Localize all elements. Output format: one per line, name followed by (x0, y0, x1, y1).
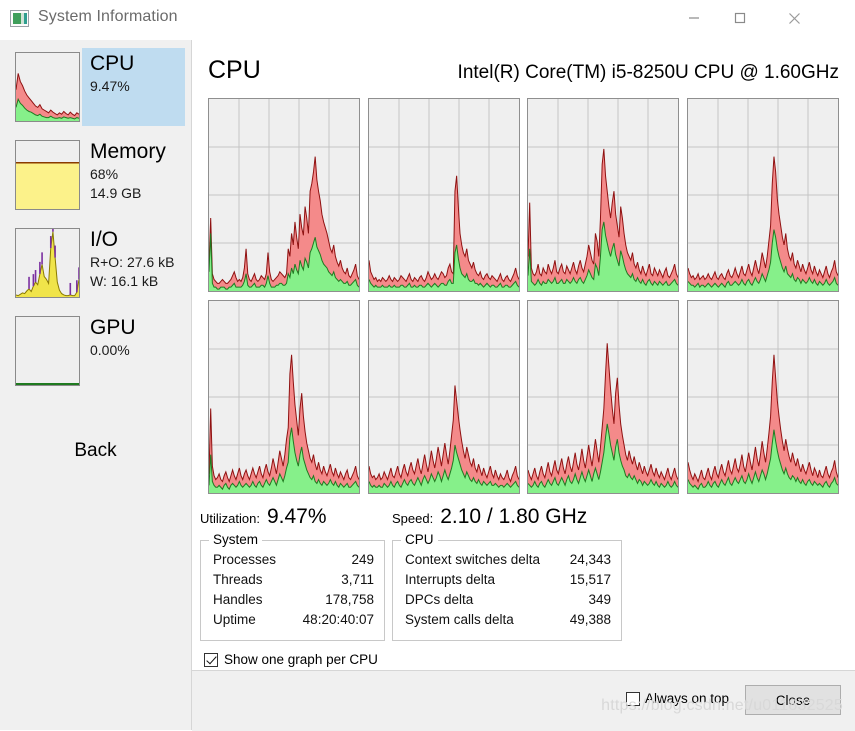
row-key: Handles (213, 592, 263, 607)
sidebar-item-value: 68% (90, 166, 119, 182)
speed-metric: Speed: 2.10 / 1.80 GHz (392, 505, 587, 529)
title-bar: System Information (0, 0, 855, 41)
cpu-group-legend: CPU (401, 532, 438, 547)
table-row: Processes 249 (201, 551, 384, 571)
checkbox-box[interactable] (204, 652, 218, 667)
cpu-thumbnail-graph (15, 52, 80, 122)
sidebar-item-gpu[interactable]: GPU 0.00% (10, 312, 185, 390)
minimize-button[interactable] (671, 0, 717, 36)
page-title: CPU (208, 56, 261, 84)
io-thumbnail-graph (15, 228, 80, 298)
processor-name: Intel(R) Core(TM) i5-8250U CPU @ 1.60GHz (457, 62, 839, 83)
sidebar-item-io[interactable]: I/O R+O: 27.6 kB W: 16.1 kB (10, 224, 185, 302)
sidebar: CPU 9.47% Memory 68% 14.9 GB I/O R+O: 27… (0, 40, 192, 730)
row-key: DPCs delta (405, 592, 474, 607)
table-row: Uptime 48:20:40:07 (201, 611, 384, 631)
table-row: DPCs delta 349 (393, 591, 621, 611)
row-key: Interrupts delta (405, 572, 496, 587)
sidebar-item-cpu[interactable]: CPU 9.47% (10, 48, 185, 126)
show-one-graph-per-cpu-checkbox[interactable]: Show one graph per CPU (204, 652, 378, 667)
row-key: Threads (213, 572, 263, 587)
sidebar-item-value-secondary: W: 16.1 kB (90, 273, 159, 289)
table-row: Handles 178,758 (201, 591, 384, 611)
row-key: Uptime (213, 612, 256, 627)
cpu-graph-1[interactable] (368, 98, 520, 292)
metrics-row: Utilization: 9.47% Speed: 2.10 / 1.80 GH… (200, 503, 850, 535)
cpu-graph-7[interactable] (687, 300, 839, 494)
watermark: https://blog.csdn.net/u011832525 (601, 697, 843, 714)
row-key: Processes (213, 552, 277, 567)
row-value: 178,758 (325, 592, 374, 607)
table-row: Interrupts delta 15,517 (393, 571, 621, 591)
close-window-button[interactable] (771, 0, 817, 36)
sidebar-item-memory[interactable]: Memory 68% 14.9 GB (10, 136, 185, 214)
system-group-legend: System (209, 532, 263, 547)
row-value: 24,343 (569, 552, 611, 567)
sidebar-item-value-secondary: 14.9 GB (90, 185, 142, 201)
table-row: Context switches delta 24,343 (393, 551, 621, 571)
checkbox-label: Show one graph per CPU (224, 652, 378, 667)
table-row: System calls delta 49,388 (393, 611, 621, 631)
row-key: System calls delta (405, 612, 514, 627)
cpu-graph-2[interactable] (527, 98, 679, 292)
cpu-graph-5[interactable] (368, 300, 520, 494)
sidebar-item-value: 0.00% (90, 342, 130, 358)
window-title: System Information (38, 8, 178, 25)
sidebar-item-label: GPU (90, 316, 136, 339)
speed-label: Speed: (392, 511, 434, 526)
back-button[interactable]: Back (0, 440, 191, 462)
row-value: 49,388 (569, 612, 611, 627)
row-key: Context switches delta (405, 552, 541, 567)
main-panel: CPU Intel(R) Core(TM) i5-8250U CPU @ 1.6… (192, 40, 855, 730)
sidebar-item-value: R+O: 27.6 kB (90, 254, 175, 270)
sidebar-item-value: 9.47% (90, 78, 130, 94)
speed-value: 2.10 / 1.80 GHz (440, 505, 588, 528)
sidebar-item-label: Memory (90, 140, 166, 163)
row-value: 48:20:40:07 (302, 612, 374, 627)
utilization-label: Utilization: (200, 511, 260, 526)
sidebar-item-label: I/O (90, 228, 119, 251)
utilization-metric: Utilization: 9.47% (200, 505, 327, 529)
cpu-graph-3[interactable] (687, 98, 839, 292)
row-value: 3,711 (341, 572, 374, 587)
row-value: 249 (351, 552, 374, 567)
cpu-graph-grid (208, 98, 839, 500)
maximize-button[interactable] (717, 0, 763, 36)
cpu-graph-0[interactable] (208, 98, 360, 292)
row-value: 349 (588, 592, 611, 607)
table-row: Threads 3,711 (201, 571, 384, 591)
memory-thumbnail-graph (15, 140, 80, 210)
utilization-value: 9.47% (266, 505, 327, 528)
cpu-graph-4[interactable] (208, 300, 360, 494)
gpu-thumbnail-graph (15, 316, 80, 386)
system-group-box: System Processes 249 Threads 3,711 Handl… (200, 532, 385, 641)
sidebar-item-label: CPU (90, 52, 135, 75)
row-value: 15,517 (569, 572, 611, 587)
monitor-chart-icon (10, 10, 29, 27)
cpu-group-box: CPU Context switches delta 24,343 Interr… (392, 532, 622, 641)
cpu-graph-6[interactable] (527, 300, 679, 494)
